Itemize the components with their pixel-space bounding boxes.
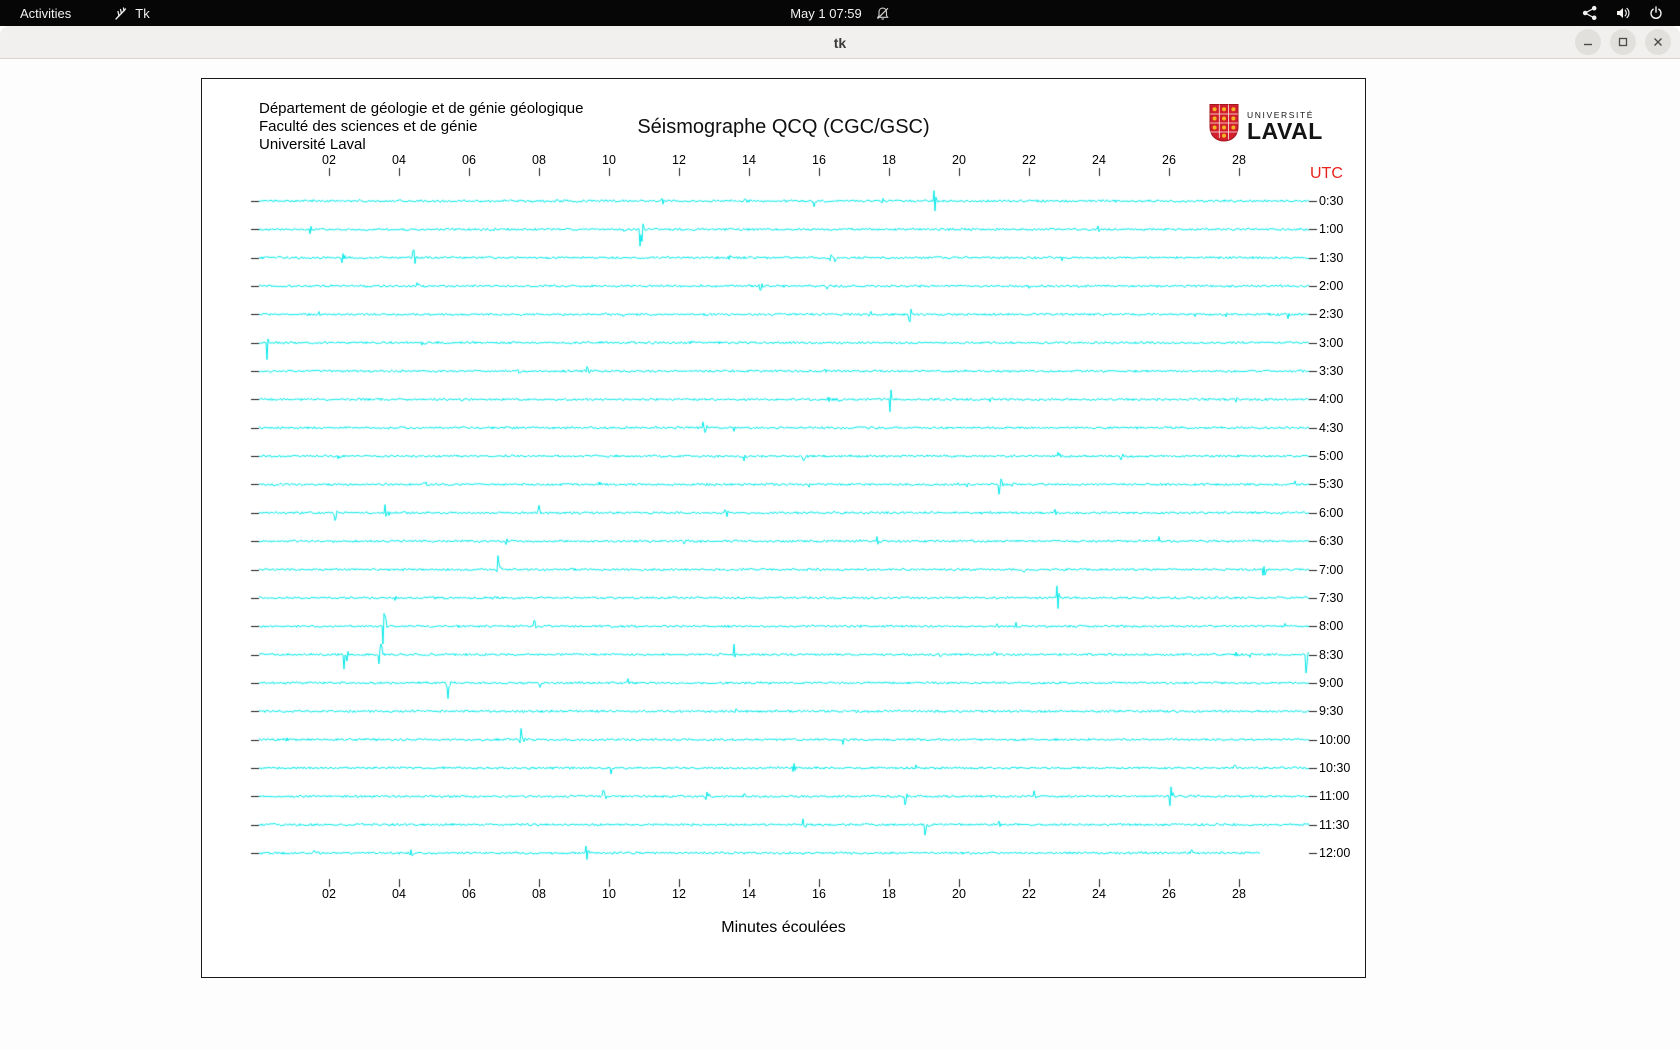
window-content: Département de géologie et de génie géol… bbox=[0, 59, 1680, 1050]
top-bar: Activities Tk May 1 07:59 bbox=[0, 0, 1680, 26]
seismograph-frame: Département de géologie et de génie géol… bbox=[201, 78, 1366, 978]
plot-title: Séismographe QCQ (CGC/GSC) bbox=[637, 116, 930, 138]
utc-label: UTC bbox=[1310, 165, 1343, 182]
x-axis-title: Minutes écoulées bbox=[721, 919, 846, 936]
laval-shield-icon bbox=[1208, 103, 1240, 148]
close-button[interactable] bbox=[1645, 29, 1671, 55]
window-title: tk bbox=[833, 34, 847, 51]
activities-button[interactable]: Activities bbox=[14, 0, 77, 26]
clock-label: May 1 07:59 bbox=[790, 5, 862, 21]
tk-feather-icon bbox=[113, 6, 128, 21]
app-menu[interactable]: Tk bbox=[107, 0, 155, 26]
universite-laval-logo: UNIVERSITÉ LAVAL bbox=[1208, 103, 1323, 148]
power-icon bbox=[1648, 5, 1664, 21]
app-menu-label: Tk bbox=[135, 5, 150, 21]
clock-menu[interactable]: May 1 07:59 bbox=[790, 6, 890, 21]
minimize-button[interactable] bbox=[1575, 29, 1601, 55]
maximize-button[interactable] bbox=[1610, 29, 1636, 55]
logo-text-laval: LAVAL bbox=[1247, 117, 1323, 144]
notifications-muted-icon bbox=[875, 6, 890, 21]
system-status-menu[interactable] bbox=[1582, 5, 1680, 21]
network-icon bbox=[1582, 5, 1598, 21]
volume-icon bbox=[1615, 5, 1631, 21]
seismograph-plot bbox=[202, 79, 1365, 977]
activities-label: Activities bbox=[20, 5, 72, 21]
window-titlebar[interactable]: tk bbox=[0, 26, 1680, 59]
